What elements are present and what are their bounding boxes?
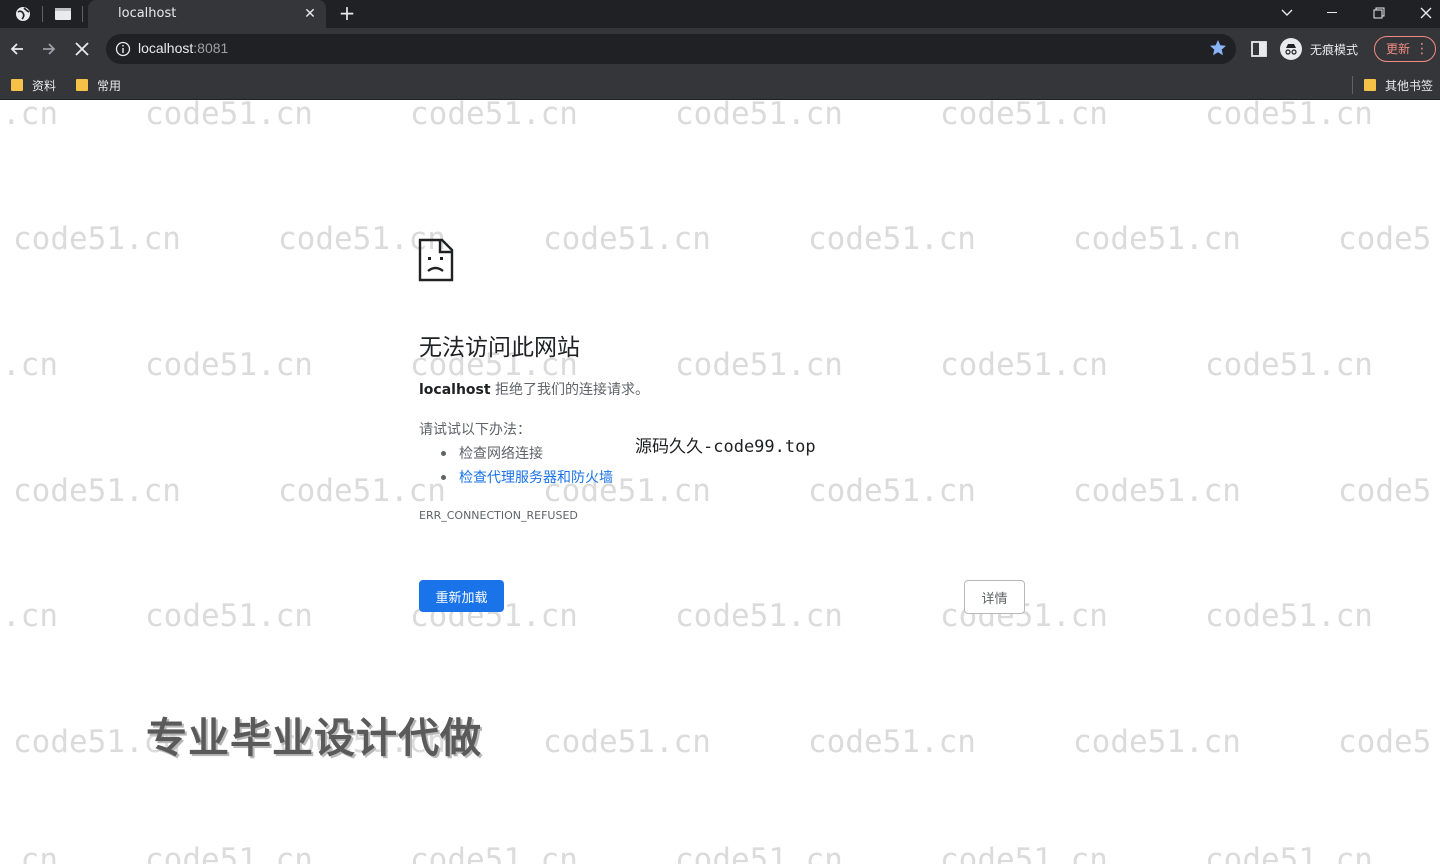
bullet (441, 450, 446, 456)
restore-button[interactable] (1367, 2, 1391, 24)
minimize-button[interactable] (1321, 2, 1345, 24)
sad-page-icon (418, 238, 454, 282)
update-label: 更新 (1386, 42, 1411, 56)
reload-button[interactable]: 重新加载 (419, 580, 504, 612)
watermark-text: code51.cn (940, 100, 1108, 132)
watermark-text: code51.cn (145, 100, 313, 132)
url-host: localhost (138, 40, 194, 56)
watermark-text: code51.cn (543, 221, 711, 257)
watermark-text: .cn (2, 598, 58, 634)
bookmarks-bar: 资料 常用 其他书签 (0, 70, 1440, 100)
bookmark-folder-ziliao[interactable]: 资料 (11, 75, 56, 95)
bullet (441, 474, 446, 480)
watermark-text: code51.cn (1205, 598, 1373, 634)
tab-strip: localhost ✕ + (0, 0, 1440, 28)
watermark-text: code51.cn (145, 598, 313, 634)
folder-icon (76, 79, 88, 91)
watermark-text: code51.cn (410, 100, 578, 132)
watermark-text: code51.cn (940, 347, 1108, 383)
watermark-text: .cn (2, 100, 58, 132)
watermark-text: code51.cn (1073, 221, 1241, 257)
other-bookmarks-folder[interactable]: 其他书签 (1364, 75, 1433, 95)
watermark-text: .cn (2, 347, 58, 383)
back-button[interactable] (5, 37, 29, 61)
close-window-button[interactable] (1414, 2, 1438, 24)
watermark-text: code51.cn (808, 724, 976, 760)
watermark-text: code5 (1338, 473, 1432, 509)
watermark-text: code51.cn (940, 842, 1108, 864)
other-bookmarks-label: 其他书签 (1385, 78, 1434, 93)
address-bar[interactable]: localhost:8081 (106, 34, 1236, 64)
tab-separator (42, 6, 43, 22)
bookmarks-separator (1352, 76, 1353, 94)
tab-separator (82, 6, 83, 22)
watermark-text: code51.cn (1073, 473, 1241, 509)
watermark-text: code51.cn (675, 100, 843, 132)
navigation-toolbar: localhost:8081 无痕模式 更新 ⋮ (0, 28, 1440, 70)
forward-button[interactable] (37, 37, 61, 61)
error-host: localhost (419, 382, 491, 398)
error-code: ERR_CONNECTION_REFUSED (419, 509, 578, 522)
update-button[interactable]: 更新 ⋮ (1374, 36, 1436, 62)
watermark-text: code51.cn (278, 473, 446, 509)
folder-icon (11, 79, 23, 91)
tab-localhost[interactable]: localhost ✕ (88, 0, 326, 28)
new-tab-button[interactable]: + (336, 1, 358, 25)
watermark-text: code51.cn (13, 473, 181, 509)
watermark-text: code51.cn (145, 347, 313, 383)
error-title: 无法访问此网站 (419, 335, 580, 361)
watermark-text: .cn (2, 842, 58, 864)
folder-icon (1364, 79, 1376, 91)
incognito-profile-button[interactable]: 无痕模式 (1280, 37, 1358, 61)
watermark-text: code51.cn (1205, 347, 1373, 383)
suggestion-item[interactable]: 检查代理服务器和防火墙 (441, 467, 613, 487)
side-panel-icon[interactable] (1250, 40, 1268, 58)
site-watermark-text: 源码久久-code99.top (635, 437, 816, 457)
watermark-text: code51.cn (13, 221, 181, 257)
bookmark-star-icon[interactable] (1208, 38, 1228, 58)
more-menu-icon[interactable]: ⋮ (1415, 37, 1429, 61)
url-port: :8081 (193, 40, 229, 56)
watermark-text: code5 (1338, 724, 1432, 760)
watermark-text: code51.cn (410, 842, 578, 864)
watermark-text: code51.cn (1205, 100, 1373, 132)
bookmark-folder-changyong[interactable]: 常用 (76, 75, 121, 95)
url-text: localhost:8081 (138, 40, 228, 56)
watermark-text: code51.cn (1205, 842, 1373, 864)
suggestion-text: 检查网络连接 (459, 446, 543, 462)
incognito-label: 无痕模式 (1310, 42, 1359, 57)
bookmark-label: 常用 (97, 78, 122, 93)
watermark-text: code51.cn (675, 347, 843, 383)
tab-title: localhost (118, 6, 177, 21)
promo-overlay-text: 专业毕业设计代做 (146, 714, 482, 762)
bookmark-label: 资料 (32, 78, 57, 93)
error-description: localhost 拒绝了我们的连接请求。 (419, 379, 649, 399)
incognito-icon (1280, 38, 1302, 60)
tab-list-chevron-icon[interactable] (1275, 2, 1299, 24)
watermark-text: code51.cn (543, 724, 711, 760)
watermark-text: code51.cn (145, 842, 313, 864)
error-desc-text: 拒绝了我们的连接请求。 (490, 382, 650, 398)
watermark-text: code5 (1338, 221, 1432, 257)
watermark-text: code51.cn (675, 842, 843, 864)
watermark-text: code51.cn (808, 473, 976, 509)
watermark-text: code51.cn (1073, 724, 1241, 760)
tab-search-icon[interactable] (52, 4, 74, 24)
stop-loading-button[interactable] (70, 37, 94, 61)
proxy-firewall-link[interactable]: 检查代理服务器和防火墙 (459, 467, 613, 487)
close-icon[interactable]: ✕ (300, 4, 320, 24)
watermark-text: code51.cn (675, 598, 843, 634)
suggestion-item: 检查网络连接 (441, 443, 543, 463)
suggestions-heading: 请试试以下办法： (419, 422, 531, 438)
browser-menu-globe-icon[interactable] (12, 4, 34, 24)
watermark-text: code51.cn (808, 221, 976, 257)
details-button[interactable]: 详情 (964, 580, 1025, 614)
page-content: .cn code51.cn code51.cn code51.cn code51… (0, 100, 1440, 864)
site-info-icon[interactable] (115, 41, 131, 57)
